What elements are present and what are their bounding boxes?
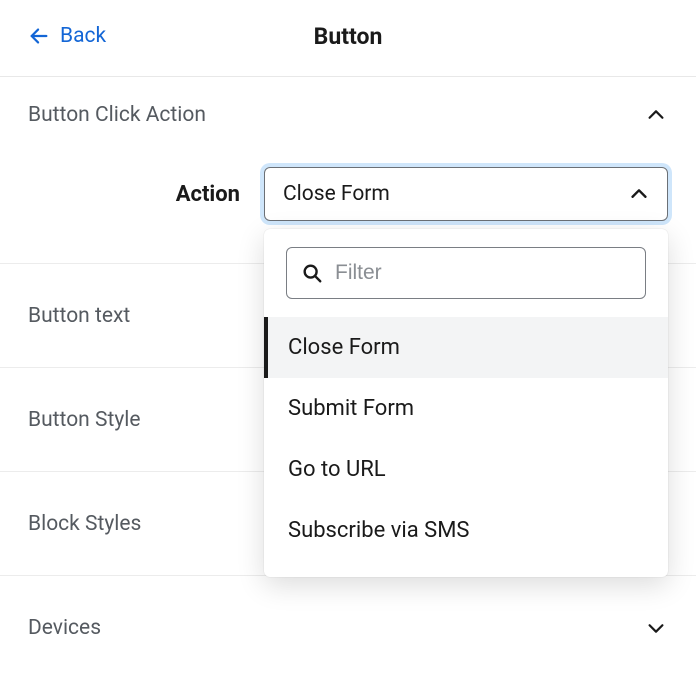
back-label: Back: [60, 24, 106, 48]
select-value: Close Form: [283, 182, 390, 206]
section-devices[interactable]: Devices: [0, 575, 696, 679]
option-close-form[interactable]: Close Form: [264, 317, 668, 378]
filter-input[interactable]: [335, 261, 631, 285]
arrow-left-icon: [28, 25, 50, 47]
section-title: Button Style: [28, 408, 141, 432]
search-icon: [301, 262, 323, 284]
chevron-up-icon: [644, 103, 668, 127]
action-select-wrap: Close Form: [264, 167, 668, 221]
page-title: Button: [314, 23, 383, 50]
option-submit-form[interactable]: Submit Form: [264, 378, 668, 439]
action-dropdown: Close Form Submit Form Go to URL Subscri…: [264, 229, 668, 577]
section-button-click-action[interactable]: Button Click Action: [0, 77, 696, 127]
option-subscribe-sms[interactable]: Subscribe via SMS: [264, 500, 668, 561]
option-label: Close Form: [288, 335, 400, 360]
section-title: Button Click Action: [28, 103, 206, 127]
section-title: Devices: [28, 616, 101, 640]
option-label: Submit Form: [288, 396, 414, 421]
header: Back Button: [0, 0, 696, 76]
option-label: Go to URL: [288, 457, 386, 482]
filter-wrap: [264, 247, 668, 317]
back-button[interactable]: Back: [28, 24, 106, 48]
option-label: Subscribe via SMS: [288, 518, 469, 543]
action-row: Action Close Form: [0, 127, 696, 263]
chevron-down-icon: [644, 616, 668, 640]
section-title: Button text: [28, 304, 130, 328]
action-select[interactable]: Close Form: [264, 167, 668, 221]
options-list: Close Form Submit Form Go to URL Subscri…: [264, 317, 668, 561]
chevron-up-icon: [627, 182, 651, 206]
section-title: Block Styles: [28, 512, 141, 536]
action-label: Action: [28, 182, 240, 207]
option-go-to-url[interactable]: Go to URL: [264, 439, 668, 500]
filter-field[interactable]: [286, 247, 646, 299]
